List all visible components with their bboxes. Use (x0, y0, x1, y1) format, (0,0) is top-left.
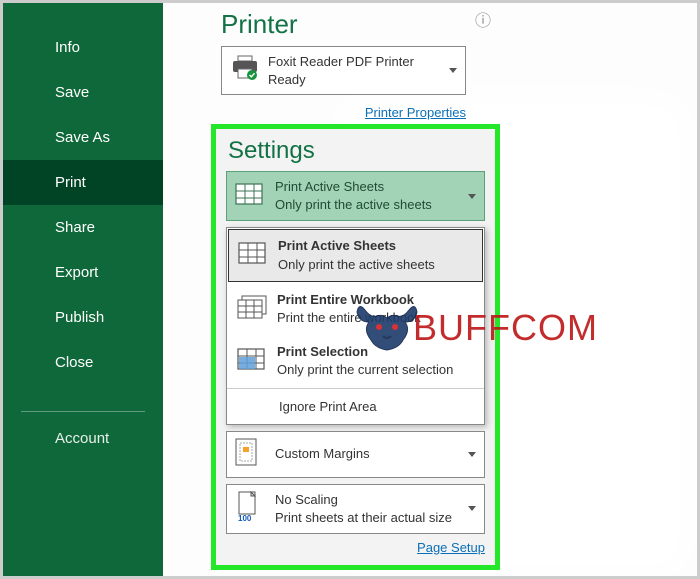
chevron-down-icon (468, 506, 476, 511)
sheets-icon (235, 183, 265, 210)
scaling-icon: 100 (235, 491, 265, 526)
printer-heading: Printer (221, 9, 697, 40)
sheets-icon (238, 242, 268, 269)
svg-text:100: 100 (238, 514, 252, 521)
dropdown-option-active-sheets[interactable]: Print Active Sheets Only print the activ… (228, 229, 483, 281)
sidebar-item-print[interactable]: Print (3, 160, 163, 205)
sidebar-item-close[interactable]: Close (3, 340, 163, 385)
chevron-down-icon (449, 68, 457, 73)
settings-panel-highlighted: Settings Print Active Sheets Only print … (211, 124, 500, 570)
sidebar-item-save[interactable]: Save (3, 70, 163, 115)
sidebar-item-publish[interactable]: Publish (3, 295, 163, 340)
sidebar-item-account[interactable]: Account (3, 412, 163, 447)
sidebar: Info Save Save As Print Share Export Pub… (3, 3, 163, 576)
settings-heading: Settings (228, 137, 485, 165)
margins-selector[interactable]: Custom Margins (226, 431, 485, 478)
sidebar-item-export[interactable]: Export (3, 250, 163, 295)
opt-desc: Only print the current selection (277, 362, 453, 377)
chevron-down-icon (468, 194, 476, 199)
scaling-selector[interactable]: 100 No Scaling Print sheets at their act… (226, 484, 485, 534)
dropdown-option-ignore-print-area[interactable]: Ignore Print Area (227, 389, 484, 424)
margins-label: Custom Margins (275, 445, 468, 463)
sidebar-item-share[interactable]: Share (3, 205, 163, 250)
dropdown-option-entire-workbook[interactable]: Print Entire Workbook Print the entire w… (227, 283, 484, 335)
print-what-title: Print Active Sheets (275, 178, 462, 196)
scaling-title: No Scaling (275, 491, 468, 509)
opt-title: Print Active Sheets (278, 237, 473, 255)
print-what-dropdown: Print Active Sheets Only print the activ… (226, 227, 485, 424)
printer-icon (230, 55, 260, 86)
selection-icon (237, 348, 267, 375)
sidebar-item-save-as[interactable]: Save As (3, 115, 163, 160)
printer-status: Ready (268, 72, 306, 87)
chevron-down-icon (468, 452, 476, 457)
margins-icon (235, 438, 265, 471)
opt-title: Print Entire Workbook (277, 291, 474, 309)
workbook-icon (237, 295, 267, 324)
printer-name: Foxit Reader PDF Printer (268, 54, 414, 69)
sidebar-item-info[interactable]: Info (3, 25, 163, 70)
printer-selector[interactable]: Foxit Reader PDF Printer Ready (221, 46, 466, 95)
opt-desc: Print the entire workbook (277, 310, 421, 325)
opt-desc: Only print the active sheets (278, 257, 435, 272)
scaling-desc: Print sheets at their actual size (275, 510, 452, 525)
opt-title: Print Selection (277, 343, 474, 361)
printer-properties-link[interactable]: Printer Properties (211, 105, 466, 120)
dropdown-option-selection[interactable]: Print Selection Only print the current s… (227, 335, 484, 387)
page-setup-link[interactable]: Page Setup (226, 540, 485, 555)
print-what-selector[interactable]: Print Active Sheets Only print the activ… (226, 171, 485, 221)
print-what-desc: Only print the active sheets (275, 197, 432, 212)
